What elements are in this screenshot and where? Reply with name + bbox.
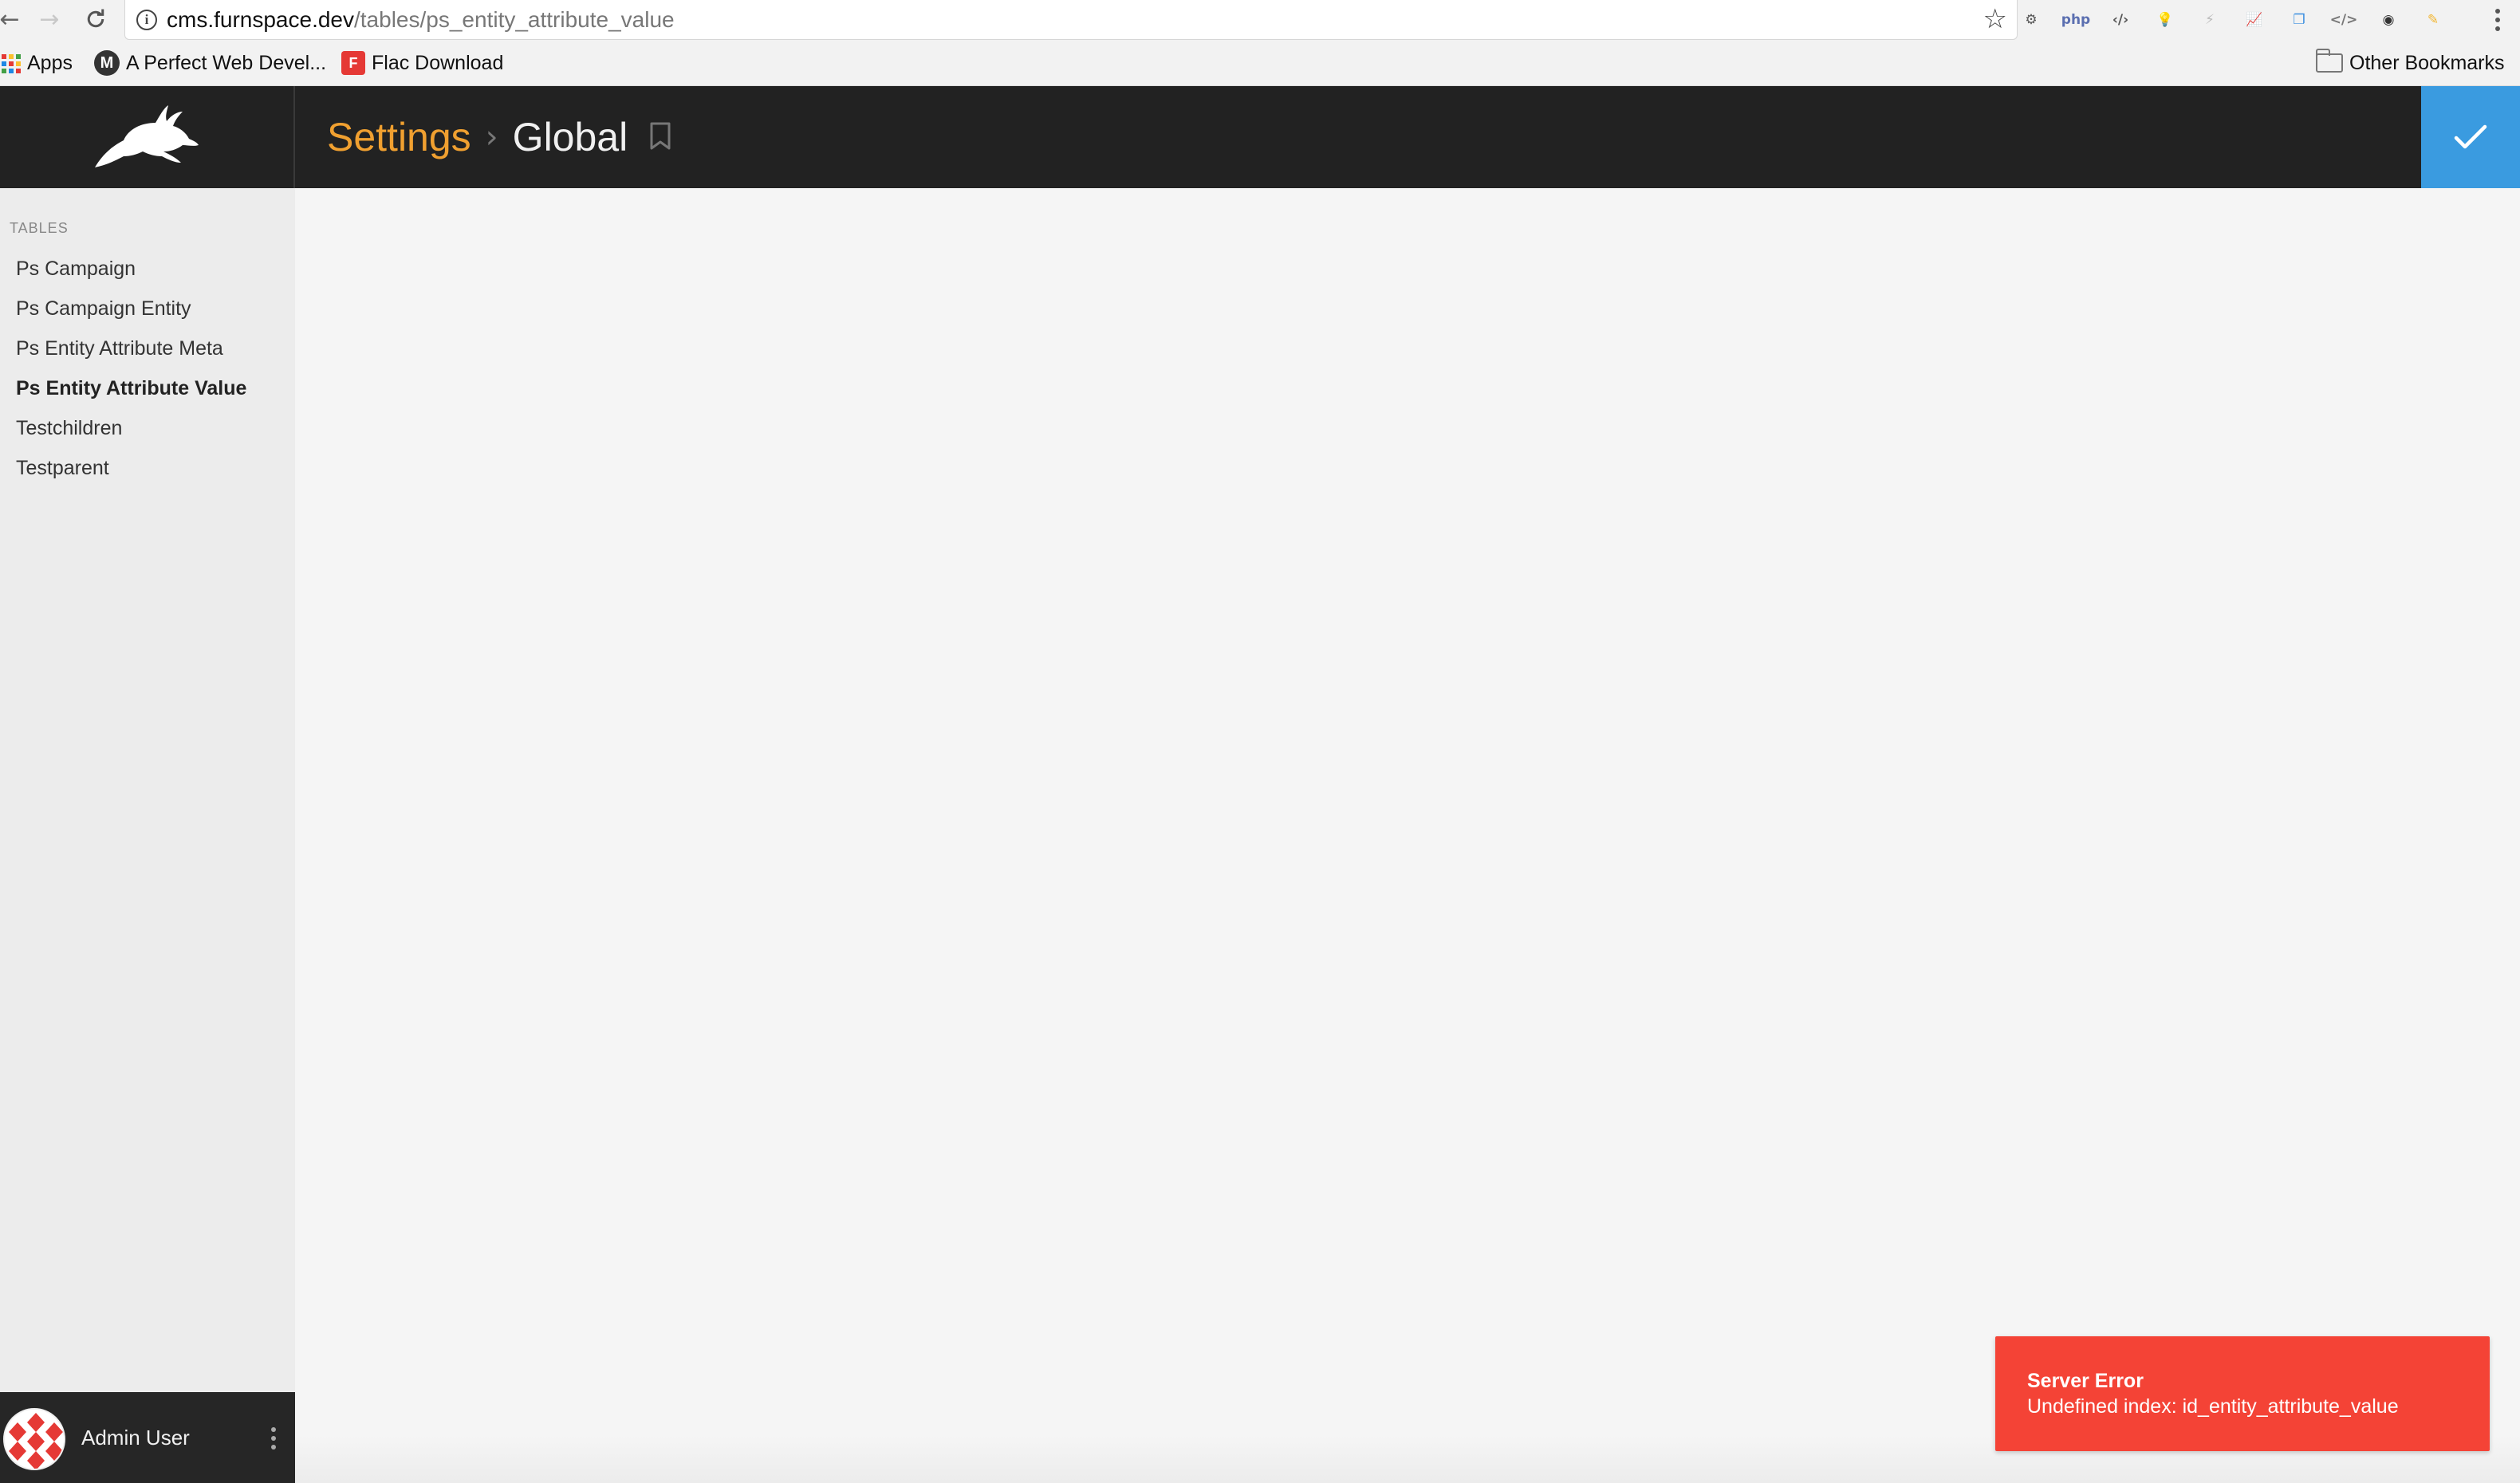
toast-message: Undefined index: id_entity_attribute_val… — [2027, 1395, 2399, 1418]
bookmark-other[interactable]: Other Bookmarks — [2315, 49, 2505, 77]
sidebar: TABLES Ps Campaign Ps Campaign Entity Ps E… — [0, 188, 295, 1483]
bookmark-web-devel-label: A Perfect Web Devel... — [126, 51, 327, 74]
devtools-extension-icon[interactable]: </> — [2330, 6, 2358, 33]
forward-arrow-icon[interactable]: → — [35, 5, 64, 33]
apps-grid-icon — [0, 53, 21, 73]
window-extension-icon[interactable]: ❐ — [2286, 6, 2313, 33]
bookmark-flac-download[interactable]: F Flac Download — [341, 49, 503, 77]
user-menu-icon[interactable] — [262, 1422, 285, 1454]
url-host: cms.furnspace.dev — [167, 7, 354, 32]
reload-icon-svg — [87, 9, 104, 28]
sidebar-list: Ps Campaign Ps Campaign Entity Ps Entity A… — [0, 249, 295, 488]
checkmark-icon — [2454, 124, 2487, 149]
rabbit-logo-icon — [95, 105, 199, 167]
gear-extension-icon[interactable]: ⚙ — [2018, 6, 2045, 33]
user-bar: Admin User — [0, 1392, 295, 1483]
bolt-extension-icon[interactable]: ⚡ — [2196, 6, 2223, 33]
sidebar-item-ps-entity-attribute-meta[interactable]: Ps Entity Attribute Meta — [0, 328, 295, 368]
pencil-extension-icon[interactable]: ✎ — [2420, 6, 2447, 33]
bookmark-web-devel[interactable]: M A Perfect Web Devel... — [94, 49, 326, 77]
sidebar-item-ps-entity-attribute-value[interactable]: Ps Entity Attribute Value — [0, 368, 295, 408]
sidebar-item-testchildren[interactable]: Testchildren — [0, 408, 295, 448]
bookmarks-bar: Apps M A Perfect Web Devel... F Flac Dow… — [0, 40, 2520, 86]
avatar-pattern-icon — [5, 1410, 64, 1469]
bookmark-apps-label: Apps — [27, 51, 73, 74]
main-content — [295, 188, 2520, 1483]
breadcrumb: Settings › Global — [327, 86, 672, 188]
browser-menu-icon[interactable] — [2488, 5, 2507, 35]
folder-icon — [2315, 49, 2343, 73]
error-toast[interactable]: Server Error Undefined index: id_entity_… — [1995, 1336, 2490, 1451]
url-path: /tables/ps_entity_attribute_value — [354, 7, 675, 32]
site-info-icon[interactable]: i — [136, 10, 157, 30]
code-extension-icon[interactable]: ‹/› — [2107, 6, 2134, 33]
sidebar-item-ps-campaign-entity[interactable]: Ps Campaign Entity — [0, 289, 295, 328]
app-header: Settings › Global — [0, 86, 2520, 188]
breadcrumb-separator: › — [485, 119, 498, 155]
bookmark-other-label: Other Bookmarks — [2349, 51, 2505, 74]
bookmark-flac-download-label: Flac Download — [372, 51, 504, 74]
sidebar-heading: TABLES — [10, 220, 69, 236]
url-text[interactable]: cms.furnspace.dev/tables/ps_entity_attri… — [167, 6, 675, 33]
bookmark-apps[interactable]: Apps — [0, 49, 73, 77]
bookmark-icon[interactable] — [648, 114, 672, 160]
user-name[interactable]: Admin User — [81, 1392, 190, 1483]
browser-toolbar: ← → i cms.furnspace.dev/tables/ps_entity… — [0, 0, 2520, 40]
flac-logo-icon: F — [341, 51, 365, 75]
chart-extension-icon[interactable]: 📈 — [2241, 6, 2268, 33]
page-title: Global — [512, 115, 628, 159]
save-button[interactable] — [2421, 86, 2520, 188]
breadcrumb-settings-link[interactable]: Settings — [327, 114, 471, 160]
address-bar[interactable]: i cms.furnspace.dev/tables/ps_entity_att… — [124, 0, 2018, 40]
medium-logo-icon: M — [94, 50, 120, 76]
bookmark-icon-svg — [650, 122, 671, 150]
sidebar-item-testparent[interactable]: Testparent — [0, 448, 295, 488]
bookmark-star-icon[interactable]: ☆ — [1983, 3, 2007, 35]
avatar[interactable] — [3, 1408, 65, 1470]
app-logo[interactable] — [0, 86, 295, 188]
sidebar-item-ps-campaign[interactable]: Ps Campaign — [0, 249, 295, 289]
reload-icon[interactable] — [81, 5, 110, 33]
bulb-extension-icon[interactable]: 💡 — [2152, 6, 2179, 33]
mask-extension-icon[interactable]: ◉ — [2375, 6, 2402, 33]
back-arrow-icon[interactable]: ← — [0, 5, 24, 33]
php-extension-icon[interactable]: php — [2061, 6, 2090, 33]
toast-title: Server Error — [2027, 1370, 2144, 1392]
